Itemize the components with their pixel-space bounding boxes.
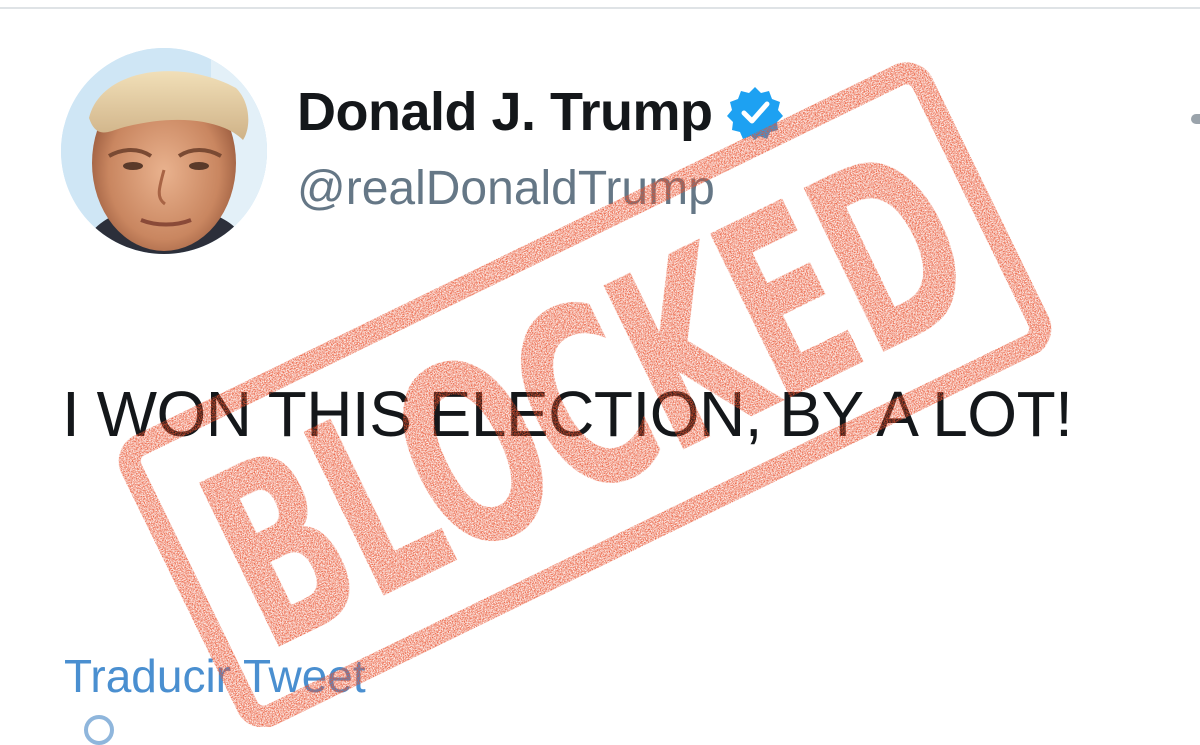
translate-tweet-link[interactable]: Traducir Tweet: [64, 648, 366, 704]
profile-photo: [61, 48, 267, 254]
verified-badge-icon: [726, 84, 783, 140]
tweet-text: I WON THIS ELECTION, BY A LOT!: [62, 378, 1073, 450]
top-divider: [0, 7, 1200, 9]
display-name[interactable]: Donald J. Trump: [297, 80, 713, 144]
display-name-row[interactable]: Donald J. Trump: [297, 80, 783, 144]
globe-icon[interactable]: [84, 715, 114, 745]
caret-icon: [1191, 114, 1200, 124]
avatar[interactable]: [61, 48, 267, 254]
user-handle[interactable]: @realDonaldTrump: [297, 159, 715, 219]
